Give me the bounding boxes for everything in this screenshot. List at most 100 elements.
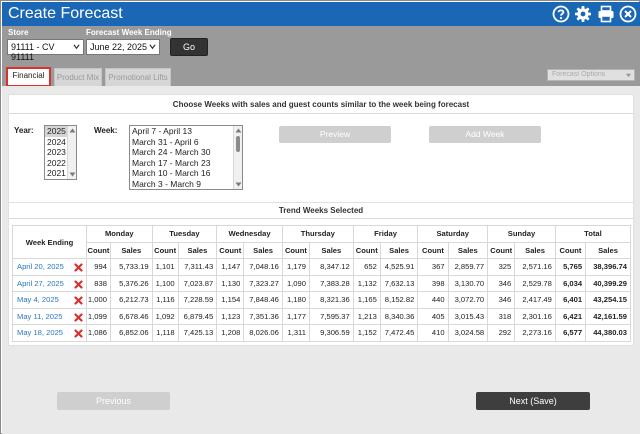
week-ending-cell[interactable]: May 4, 2025 (12, 291, 87, 309)
go-button[interactable]: Go (170, 38, 208, 56)
week-ending-cell[interactable]: April 20, 2025 (12, 258, 87, 276)
remove-week-icon[interactable] (74, 329, 83, 338)
count-header: Count (281, 241, 310, 259)
sales-cell: 7,425.13 (177, 324, 218, 342)
forecast-options-select[interactable]: Forecast Options (547, 69, 635, 81)
week-option[interactable]: March 3 - March 9 (130, 179, 242, 190)
year-listbox[interactable]: 2025 2024 2023 2022 2021 (44, 125, 77, 180)
sales-cell: 2,273.16 (514, 324, 556, 342)
forecast-week-select[interactable]: June 22, 2025 (86, 39, 160, 55)
tab-strip: Financial Product Mix Promotional Lifts … (2, 62, 640, 87)
sales-header: Sales (177, 241, 218, 259)
trend-weeks-panel: Trend Weeks Selected Week Ending Monday … (8, 202, 634, 346)
week-ending-header: Week Ending (12, 225, 87, 259)
remove-week-icon[interactable] (74, 312, 83, 322)
trend-weeks-table: Week Ending Monday Tuesday Wednesday Thu… (12, 225, 632, 342)
add-week-button[interactable]: Add Week (429, 126, 541, 143)
table-row: April 27, 2025 838 5,376.26 1,100 7,023.87 1,… (12, 274, 631, 292)
count-cell: 1,152 (352, 324, 381, 342)
previous-button[interactable]: Previous (57, 392, 170, 410)
count-cell: 398 (417, 274, 449, 292)
count-cell: 1,132 (352, 274, 381, 292)
week-ending-cell[interactable]: May 18, 2025 (12, 324, 87, 342)
sales-cell: 2,301.16 (514, 307, 556, 325)
week-ending-link[interactable]: April 27, 2025 (17, 279, 64, 288)
next-save-button[interactable]: Next (Save) (476, 392, 590, 410)
table-row: April 20, 2025 994 5,733.19 1,101 7,311.43 1,… (12, 258, 631, 276)
sales-cell: 38,396.74 (585, 258, 631, 276)
count-cell: 6,034 (554, 274, 587, 292)
scroll-down-icon[interactable] (69, 171, 76, 178)
tab-financial[interactable]: Financial (6, 67, 51, 87)
scroll-up-icon[interactable] (235, 127, 242, 134)
tab-product-mix[interactable]: Product Mix (54, 68, 102, 86)
scroll-down-icon[interactable] (235, 181, 242, 188)
count-cell: 1,180 (281, 291, 310, 309)
count-header: Count (487, 241, 516, 259)
create-forecast-window: Create Forecast Store 91111 - CV 91111 F… (0, 0, 640, 434)
week-option[interactable]: March 24 - March 30 (130, 147, 242, 158)
count-cell: 1,092 (151, 307, 179, 325)
trend-table-body: April 20, 2025 994 5,733.19 1,101 7,311.43 1,… (12, 258, 631, 342)
subheader-row: Count Sales Count Sales Count Sales Count Sa… (13, 241, 631, 259)
count-cell: 318 (487, 307, 516, 325)
sales-header: Sales (447, 241, 489, 259)
sales-cell: 7,323.27 (243, 274, 283, 292)
close-icon[interactable] (619, 5, 637, 23)
page-title: Create Forecast (8, 5, 123, 22)
remove-week-icon[interactable] (74, 296, 83, 305)
week-option[interactable]: March 17 - March 23 (130, 158, 242, 169)
week-ending-cell[interactable]: April 27, 2025 (12, 274, 87, 292)
year-scrollbar[interactable] (67, 126, 76, 179)
week-ending-link[interactable]: April 20, 2025 (17, 262, 64, 271)
week-label: Week: (94, 126, 118, 135)
count-cell: 1,000 (85, 291, 111, 309)
count-cell: 1,213 (352, 307, 381, 325)
sales-cell: 7,023.87 (177, 274, 218, 292)
sales-cell: 7,228.59 (177, 291, 218, 309)
preview-button[interactable]: Preview (279, 126, 391, 143)
store-select[interactable]: 91111 - CV 91111 (7, 39, 84, 62)
sales-header: Sales (514, 241, 556, 259)
week-ending-cell[interactable]: May 11, 2025 (12, 307, 87, 325)
sales-cell: 6,852.06 (109, 324, 153, 342)
count-cell: 367 (417, 258, 449, 276)
count-cell: 1,147 (216, 258, 245, 276)
sales-cell: 8,347.12 (308, 258, 354, 276)
scroll-thumb[interactable] (236, 136, 240, 152)
sales-cell: 6,678.46 (109, 307, 153, 325)
sales-header: Sales (243, 241, 283, 259)
table-row: May 18, 2025 1,086 6,852.06 1,118 7,425.13 1,… (12, 324, 631, 342)
week-ending-link[interactable]: May 18, 2025 (17, 328, 63, 337)
sales-cell: 7,632.13 (379, 274, 419, 292)
week-option[interactable]: March 31 - April 6 (130, 137, 242, 148)
week-option[interactable]: April 7 - April 13 (130, 126, 242, 137)
count-cell: 1,165 (352, 291, 381, 309)
count-cell: 652 (352, 258, 381, 276)
sales-cell: 7,048.16 (243, 258, 283, 276)
count-cell: 1,116 (151, 291, 179, 309)
week-ending-link[interactable]: May 4, 2025 (17, 295, 59, 304)
print-icon[interactable] (597, 5, 615, 23)
remove-week-icon[interactable] (74, 263, 83, 272)
count-cell: 325 (487, 258, 516, 276)
main-content: Choose Weeks with sales and guest counts… (2, 86, 640, 434)
remove-week-icon[interactable] (74, 279, 83, 289)
week-scrollbar[interactable] (233, 126, 242, 189)
sales-cell: 6,212.73 (109, 291, 153, 309)
sales-cell: 9,306.59 (308, 324, 354, 342)
sales-header: Sales (585, 241, 631, 259)
year-label: Year: (14, 126, 34, 135)
sunday-header: Sunday (487, 225, 556, 243)
count-cell: 440 (417, 291, 449, 309)
scroll-up-icon[interactable] (69, 127, 76, 134)
gear-icon[interactable] (574, 5, 592, 23)
week-option[interactable]: March 10 - March 16 (130, 168, 242, 179)
monday-header: Monday (85, 225, 153, 243)
tab-promotional-lifts[interactable]: Promotional Lifts (105, 68, 171, 86)
week-ending-link[interactable]: May 11, 2025 (17, 312, 62, 321)
sales-cell: 43,254.15 (585, 291, 631, 309)
help-icon[interactable] (552, 5, 570, 23)
count-header: Count (352, 241, 381, 259)
week-listbox[interactable]: April 7 - April 13 March 31 - April 6 Ma… (129, 125, 243, 190)
